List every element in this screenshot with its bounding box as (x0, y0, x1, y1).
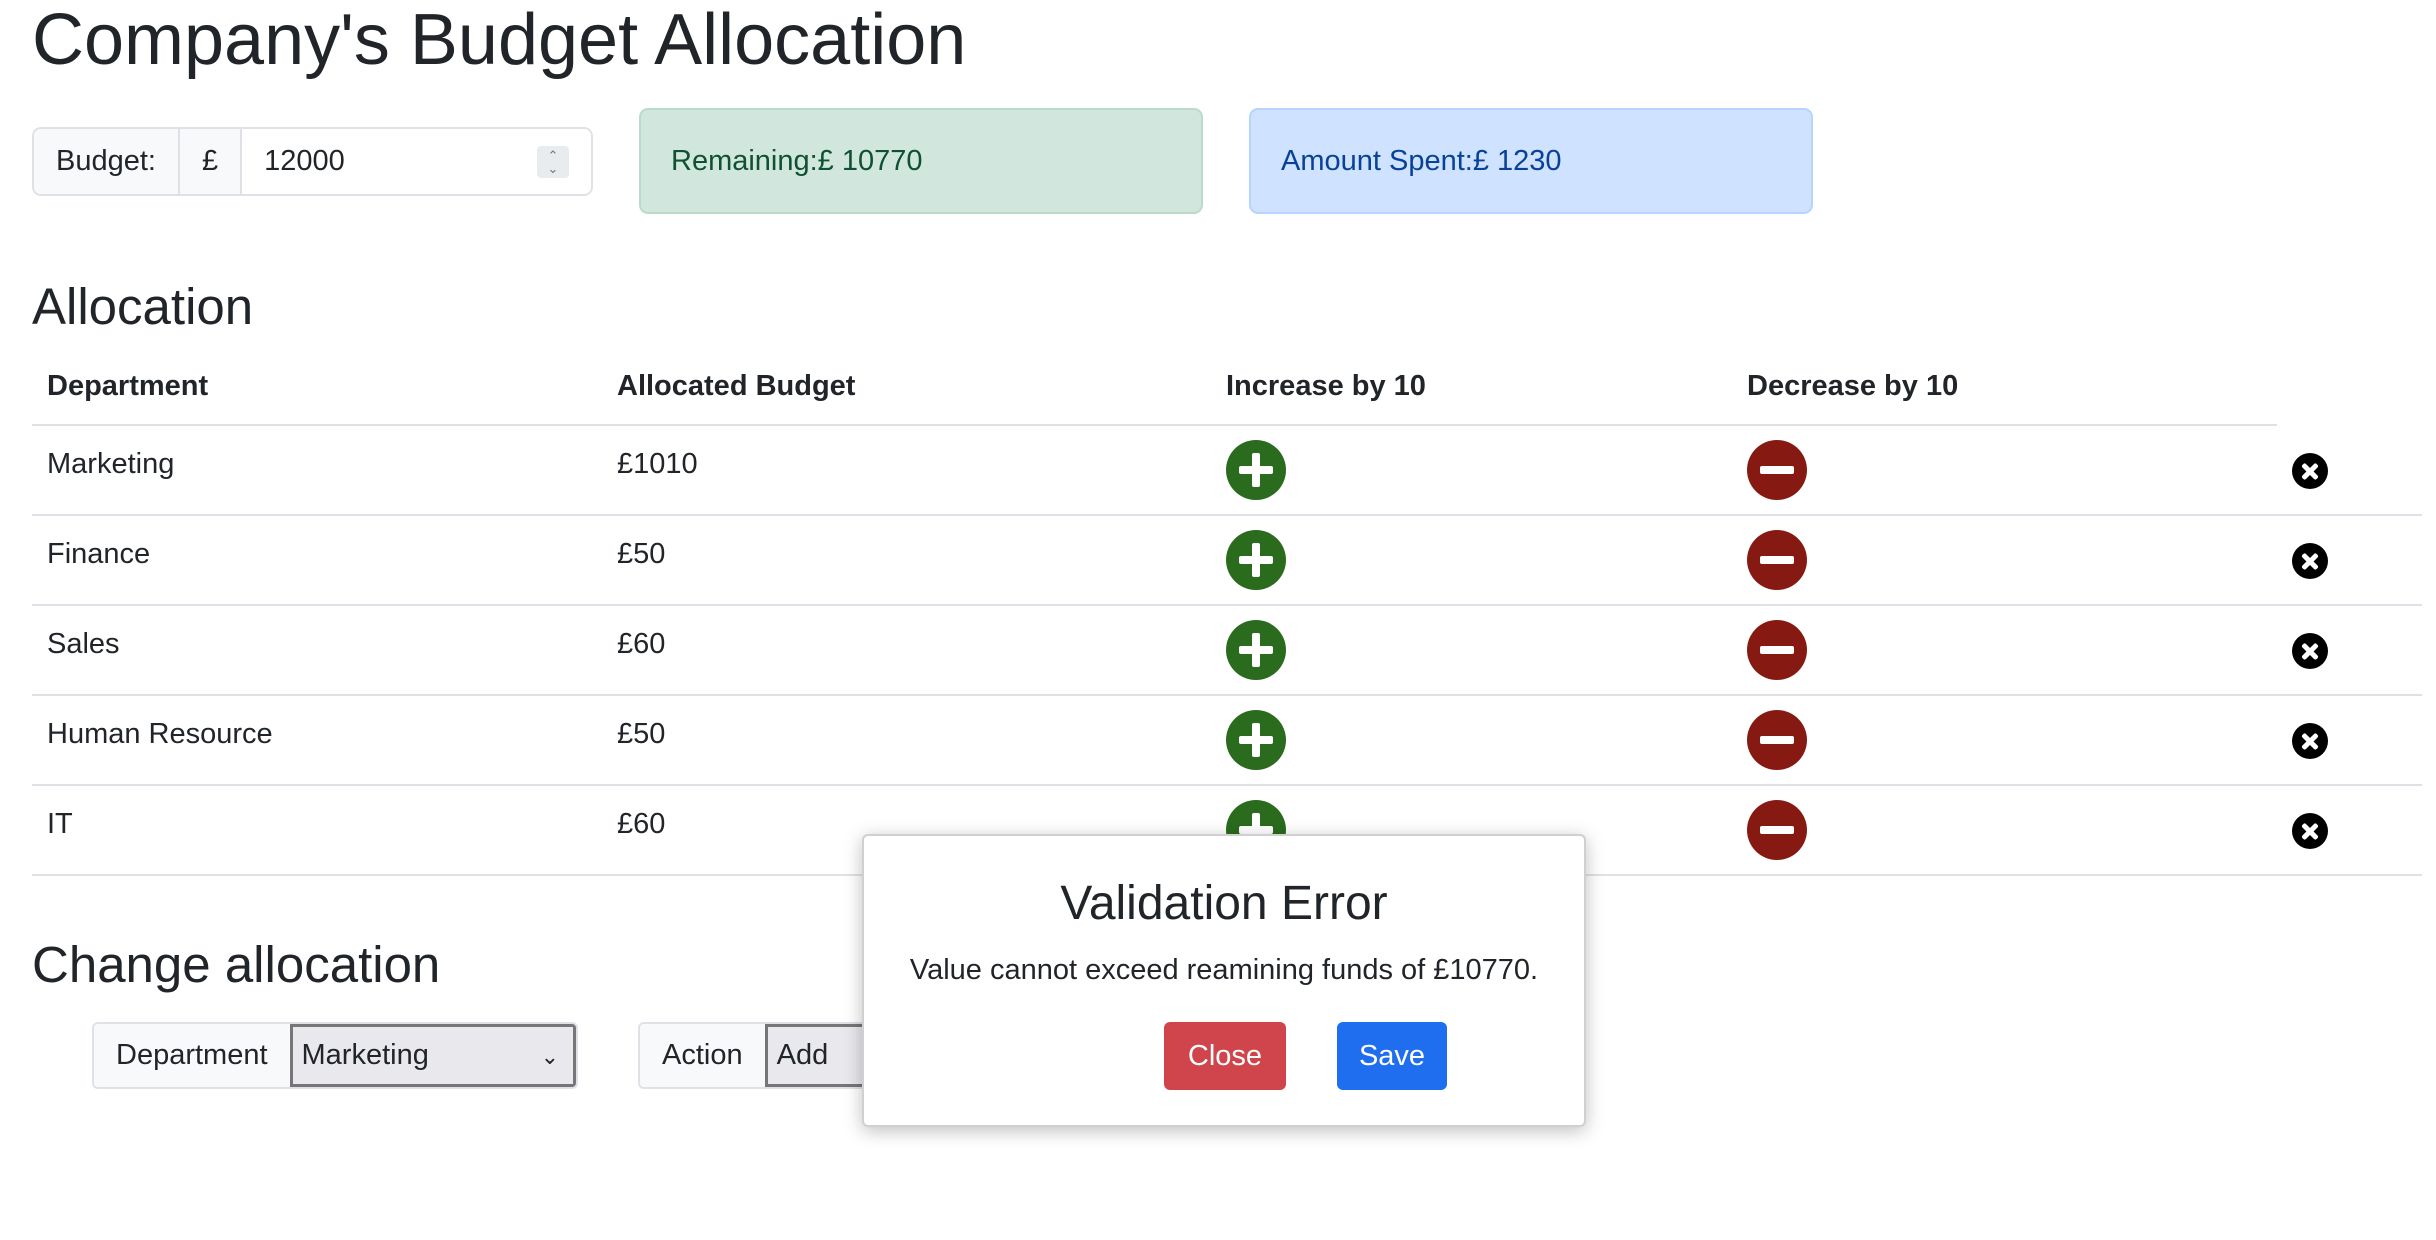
decrease-minus-icon[interactable] (1747, 620, 1807, 680)
increase-plus-icon[interactable] (1226, 440, 1286, 500)
department-cell: Human Resource (47, 718, 273, 750)
decrease-minus-icon[interactable] (1747, 710, 1807, 770)
delete-x-icon[interactable] (2292, 633, 2328, 669)
department-cell: Marketing (47, 448, 175, 480)
department-cell: Sales (47, 628, 120, 660)
change-allocation-heading: Change allocation (32, 936, 441, 993)
department-cell: Finance (47, 538, 151, 570)
table-row: Finance £50 (32, 516, 2422, 606)
department-select-group: Department Marketing ⌄ (92, 1022, 578, 1089)
save-button[interactable]: Save (1337, 1022, 1447, 1090)
department-cell: IT (47, 808, 73, 840)
currency-symbol: £ (179, 129, 243, 194)
decrease-minus-icon[interactable] (1747, 530, 1807, 590)
remaining-alert: Remaining:£ 10770 (639, 108, 1203, 214)
column-header: Increase by 10 (1226, 370, 1426, 402)
action-select-group: Action Add (638, 1022, 868, 1089)
budget-label: Budget: (34, 129, 180, 194)
budget-cell: £50 (617, 718, 666, 750)
validation-error-modal: Validation Error Value cannot exceed rea… (862, 834, 1586, 1127)
budget-cell: £1010 (617, 448, 698, 480)
modal-message: Value cannot exceed reamining funds of £… (909, 954, 1539, 986)
decrease-minus-icon[interactable] (1747, 440, 1807, 500)
budget-value: 12000 (264, 145, 345, 177)
action-selected: Add (776, 1039, 829, 1071)
column-header: Department (47, 370, 209, 402)
department-selected: Marketing (301, 1039, 429, 1071)
allocation-table: Department Allocated Budget Increase by … (32, 350, 2422, 876)
table-row: Human Resource £50 (32, 696, 2422, 786)
chevron-down-icon: ⌄ (540, 1044, 559, 1069)
table-body: Marketing £1010 Finance £50 Sales £60 Human Re… (32, 426, 2422, 876)
decrease-minus-icon[interactable] (1747, 800, 1807, 860)
number-spinner-icon[interactable]: ⌃ ⌄ (537, 146, 569, 178)
increase-plus-icon[interactable] (1226, 710, 1286, 770)
budget-cell: £60 (617, 808, 666, 840)
delete-x-icon[interactable] (2292, 543, 2328, 579)
budget-input[interactable]: 12000 ⌃ ⌄ (242, 129, 591, 194)
department-label: Department (94, 1024, 290, 1087)
allocation-heading: Allocation (32, 278, 254, 335)
delete-x-icon[interactable] (2292, 813, 2328, 849)
budget-cell: £50 (617, 538, 666, 570)
table-header: Department Allocated Budget Increase by … (32, 350, 2277, 426)
table-row: Marketing £1010 (32, 426, 2422, 516)
column-header: Allocated Budget (617, 370, 856, 402)
spent-alert: Amount Spent:£ 1230 (1249, 108, 1813, 214)
action-select[interactable]: Add (764, 1024, 866, 1087)
action-label: Action (640, 1024, 765, 1087)
delete-x-icon[interactable] (2292, 723, 2328, 759)
increase-plus-icon[interactable] (1226, 530, 1286, 590)
delete-x-icon[interactable] (2292, 453, 2328, 489)
page-title: Company's Budget Allocation (32, 0, 967, 80)
budget-input-group: Budget: £ 12000 ⌃ ⌄ (32, 127, 593, 196)
department-select[interactable]: Marketing ⌄ (289, 1024, 576, 1087)
modal-title: Validation Error (1060, 877, 1388, 930)
increase-plus-icon[interactable] (1226, 620, 1286, 680)
budget-cell: £60 (617, 628, 666, 660)
column-header: Decrease by 10 (1747, 370, 1959, 402)
table-row: Sales £60 (32, 606, 2422, 696)
close-button[interactable]: Close (1164, 1022, 1286, 1090)
